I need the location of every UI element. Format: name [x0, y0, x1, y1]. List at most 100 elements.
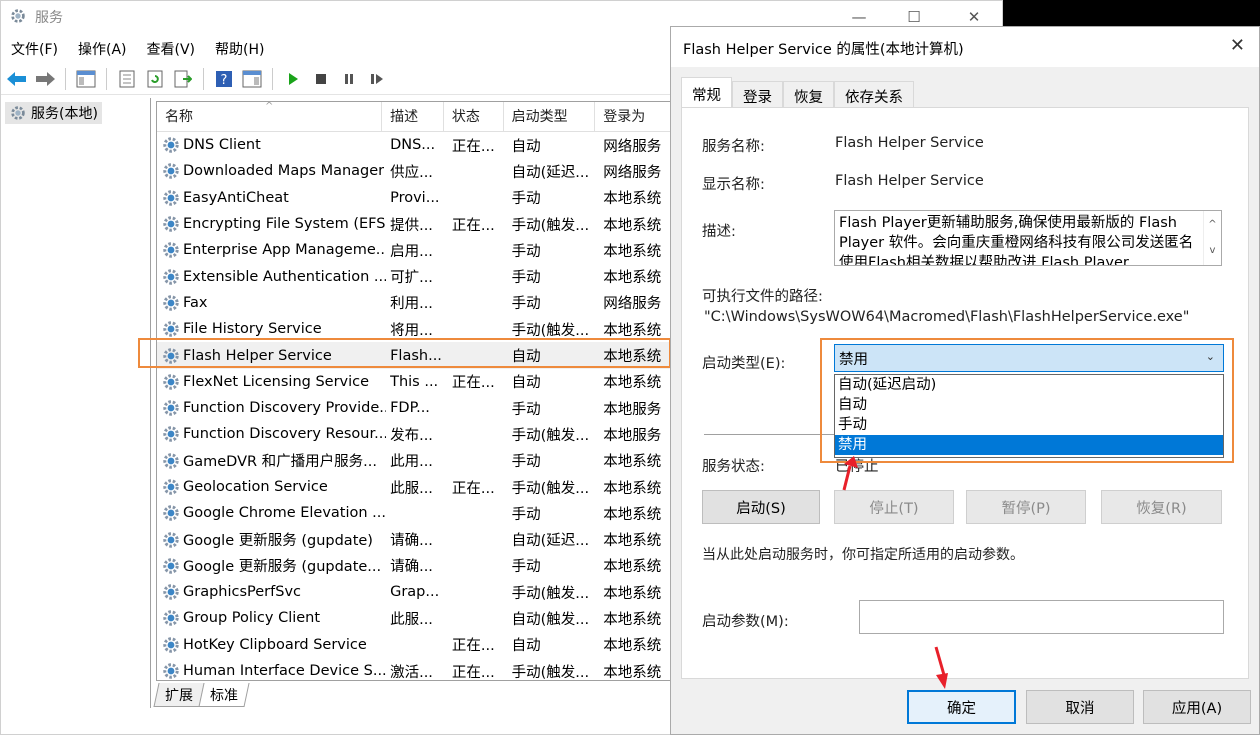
table-row[interactable]: Google 更新服务 (gupdate... 请确... 手动 本地系统 [157, 553, 671, 579]
service-name-cell: Group Policy Client [157, 608, 386, 628]
dialog-close-button[interactable]: ✕ [1230, 35, 1245, 56]
stop-service-button[interactable] [309, 67, 333, 91]
service-description-cell: 提供... [390, 217, 433, 234]
column-header-status[interactable]: 状态 [444, 102, 504, 132]
service-startup-cell: 手动 [511, 296, 541, 313]
table-row[interactable]: Function Discovery Provide... FDP... 手动 本地服… [157, 395, 671, 421]
tab-extended[interactable]: 扩展 [153, 683, 205, 707]
service-name: File History Service [183, 321, 322, 338]
refresh-button[interactable] [143, 67, 167, 91]
service-logon-cell: 网络服务 [603, 138, 662, 155]
service-gear-icon [163, 426, 179, 443]
table-row[interactable]: Fax 利用... 手动 网络服务 [157, 290, 671, 316]
service-logon-cell: 本地系统 [603, 585, 662, 602]
table-row[interactable]: DNS Client DNS... 正在... 自动 网络服务 [157, 132, 671, 158]
menu-file[interactable]: 文件(F) [1, 37, 68, 61]
start-service-button[interactable] [281, 67, 305, 91]
service-name: Function Discovery Provide... [183, 400, 387, 417]
table-row[interactable]: Group Policy Client 此服... 自动(触发... 本地系统 [157, 605, 671, 631]
service-description-cell: 启用... [390, 243, 433, 260]
table-row[interactable]: Downloaded Maps Manager 供应... 自动(延迟... 网络服务 [157, 158, 671, 184]
resume-button[interactable]: 恢复(R) [1101, 490, 1222, 524]
selected-row-highlight [138, 338, 671, 368]
tab-general[interactable]: 常规 [681, 77, 732, 107]
description-box[interactable]: Flash Player更新辅助服务,确保使用最新版的 Flash Player… [834, 210, 1222, 266]
annotation-arrow-icon [842, 456, 858, 491]
table-row[interactable]: Geolocation Service 此服... 正在... 手动(触发... 本地系… [157, 474, 671, 500]
service-gear-icon [163, 505, 179, 521]
show-tree-button[interactable] [74, 67, 98, 91]
dialog-tabs: 常规 登录 恢复 依存关系 [681, 77, 914, 107]
service-gear-icon [163, 584, 179, 600]
service-name-cell: Extensible Authentication ... [157, 267, 386, 287]
service-description-cell: 发布... [390, 427, 433, 444]
menu-action[interactable]: 操作(A) [68, 37, 137, 61]
service-gear-icon [163, 242, 179, 259]
tab-standard[interactable]: 标准 [198, 683, 250, 707]
show-action-pane-button[interactable] [240, 67, 264, 91]
service-status-label: 服务状态: [702, 459, 765, 475]
ok-button[interactable]: 确定 [907, 690, 1016, 724]
cancel-button[interactable]: 取消 [1026, 690, 1134, 724]
forward-button[interactable] [33, 67, 57, 91]
service-status-cell: 正在... [451, 375, 495, 392]
toolbar-separator [106, 67, 107, 90]
service-name-cell: Geolocation Service [157, 477, 386, 497]
arrow-right-icon [36, 71, 55, 86]
toolbar-separator [65, 67, 66, 90]
tab-recovery[interactable]: 恢复 [783, 81, 834, 107]
table-row[interactable]: FlexNet Licensing Service This ... 正在... 自动… [157, 369, 671, 395]
console-tree: 服务(本地) [1, 98, 151, 708]
pause-service-button[interactable] [337, 67, 361, 91]
chevron-down-icon[interactable]: v [1210, 241, 1216, 261]
menu-help[interactable]: 帮助(H) [205, 37, 274, 61]
service-startup-cell: 手动 [511, 454, 541, 471]
table-row[interactable]: Extensible Authentication ... 可扩... 手动 本地系统 [157, 263, 671, 289]
column-header-startup[interactable]: 启动类型 [504, 102, 596, 132]
column-header-name[interactable]: ^ 名称 [157, 101, 383, 132]
start-params-hint: 当从此处启动服务时，你可指定所适用的启动参数。 [702, 547, 1024, 563]
back-button[interactable] [5, 67, 29, 91]
refresh-icon [147, 70, 163, 87]
export-button[interactable] [171, 67, 195, 91]
restart-service-button[interactable] [365, 67, 389, 91]
start-params-input[interactable] [859, 600, 1224, 634]
toolbar-separator [203, 67, 204, 90]
table-row[interactable]: Encrypting File System (EFS) 提供... 正在... 手动… [157, 211, 671, 237]
description-scrollbar[interactable]: ^ v [1203, 211, 1221, 265]
tab-label: 扩展 [165, 688, 193, 704]
tree-item-services-local[interactable]: 服务(本地) [5, 102, 102, 124]
pause-button[interactable]: 暂停(P) [966, 490, 1086, 524]
column-header-description[interactable]: 描述 [382, 102, 444, 132]
chevron-up-icon[interactable]: ^ [1208, 215, 1216, 235]
table-row[interactable]: Function Discovery Resour... 发布... 手动(触发..… [157, 421, 671, 447]
menu-view[interactable]: 查看(V) [137, 37, 206, 61]
service-logon-cell: 本地系统 [603, 559, 662, 576]
service-name-cell: Function Discovery Resour... [157, 424, 386, 444]
service-logon-cell: 本地系统 [603, 533, 662, 550]
service-startup-cell: 自动(延迟... [511, 533, 590, 550]
column-header-logon[interactable]: 登录为 [595, 102, 671, 132]
service-startup-cell: 自动(触发... [511, 611, 590, 628]
tab-logon[interactable]: 登录 [732, 81, 783, 107]
table-row[interactable]: Google Chrome Elevation ... 手动 本地系统 [157, 500, 671, 526]
service-startup-cell: 手动(触发... [511, 664, 590, 681]
properties-button[interactable] [115, 67, 139, 91]
start-button[interactable]: 启动(S) [702, 490, 820, 524]
apply-button[interactable]: 应用(A) [1143, 690, 1251, 724]
table-row[interactable]: Human Interface Device S... 激活... 正在... 手动(… [157, 658, 671, 681]
table-row[interactable]: HotKey Clipboard Service 正在... 自动 本地系统 [157, 632, 671, 658]
stop-button[interactable]: 停止(T) [834, 490, 954, 524]
tab-dependencies[interactable]: 依存关系 [834, 81, 914, 107]
service-name: Function Discovery Resour... [183, 426, 387, 443]
table-row[interactable]: Enterprise App Manageme... 启用... 手动 本地系统 [157, 237, 671, 263]
sort-up-icon: ^ [265, 101, 274, 112]
table-row[interactable]: Google 更新服务 (gupdate) 请确... 自动(延迟... 本地系统 [157, 526, 671, 552]
table-row[interactable]: EasyAntiCheat Provi... 手动 本地系统 [157, 185, 671, 211]
table-row[interactable]: GraphicsPerfSvc Grap... 手动(触发... 本地系统 [157, 579, 671, 605]
table-row[interactable]: GameDVR 和广播用户服务... 此用... 手动 本地系统 [157, 448, 671, 474]
help-button[interactable]: ? [212, 67, 236, 91]
service-gear-icon [163, 374, 179, 390]
tab-label: 标准 [210, 688, 238, 704]
service-startup-cell: 手动(触发... [511, 427, 590, 444]
